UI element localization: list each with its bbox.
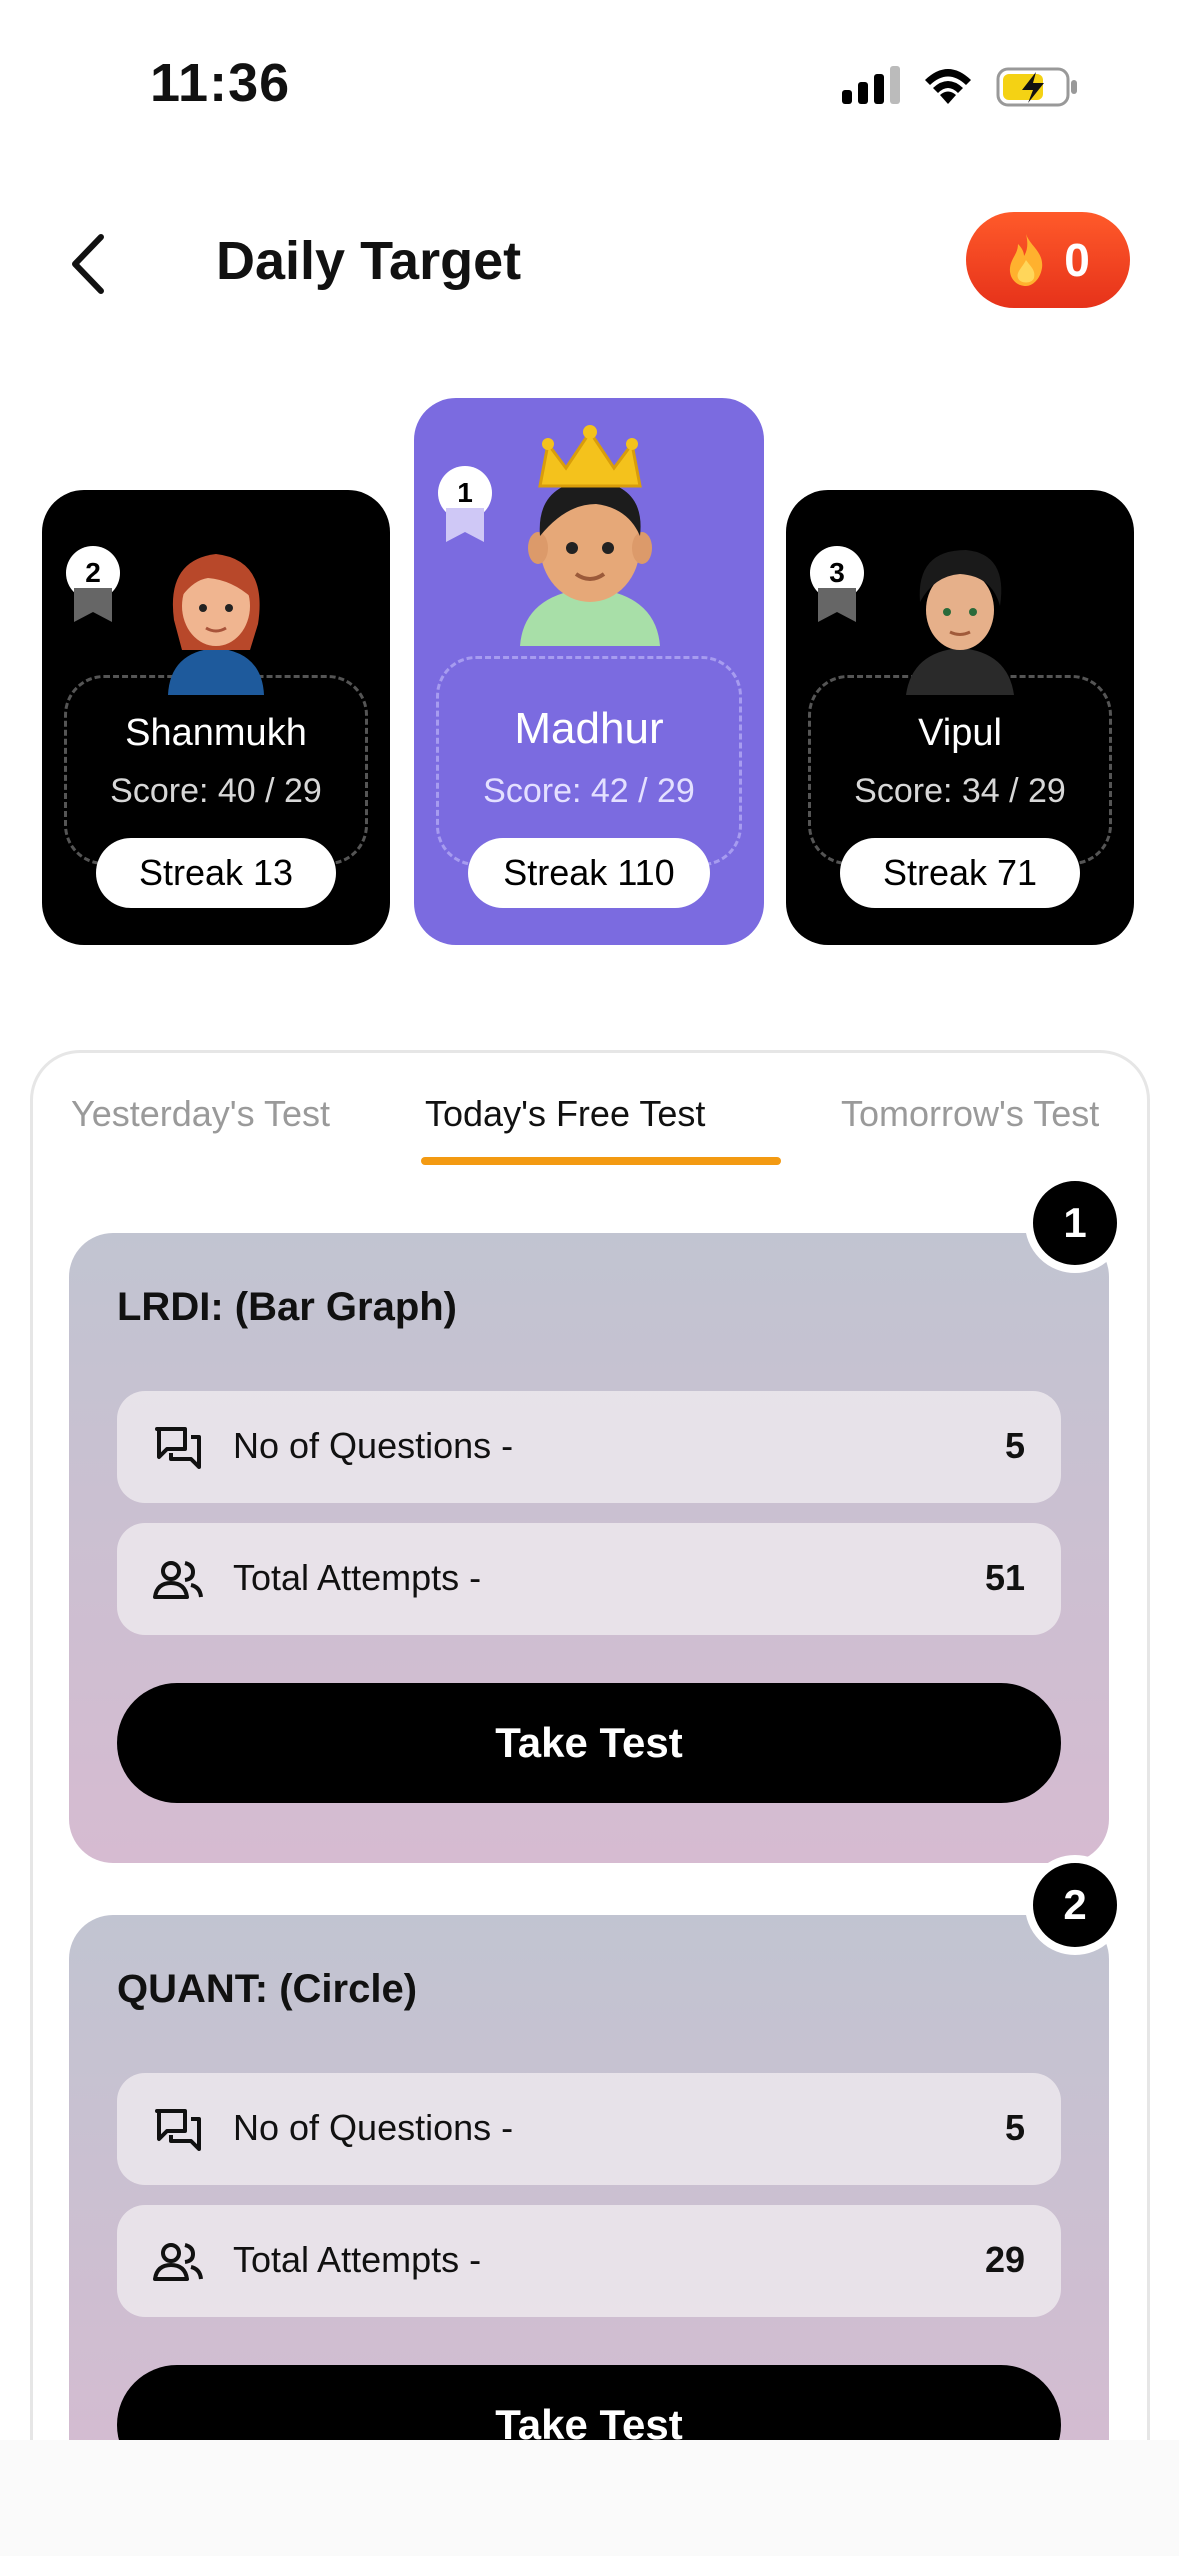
test-title: LRDI: (Bar Graph) <box>117 1285 457 1329</box>
people-icon <box>153 2243 203 2281</box>
avatar <box>168 554 264 695</box>
test-tabs: Yesterday's Test Today's Free Test Tomor… <box>33 1053 1147 1173</box>
back-button[interactable] <box>52 224 122 304</box>
cellular-signal-icon <box>842 66 900 104</box>
attempts-value: 51 <box>984 1557 1025 1598</box>
streak-chip: Streak 71 <box>840 838 1080 908</box>
fire-icon <box>1010 234 1043 286</box>
ribbon-icon <box>818 588 856 622</box>
test-title: QUANT: (Circle) <box>117 1967 418 2011</box>
bottom-safe-area <box>0 2440 1179 2556</box>
leaderboard-card-rank-2[interactable]: 2 Shanmukh Score: 40 / 29 Streak 13 <box>42 490 390 945</box>
header: Daily Target 0 <box>0 200 1179 330</box>
attempts-label: Total Attempts - <box>233 1557 482 1598</box>
test-number-badge: 1 <box>1025 1173 1125 1273</box>
ribbon-icon <box>74 588 112 622</box>
questions-label: No of Questions - <box>233 2107 514 2148</box>
take-test-button[interactable]: Take Test <box>117 1683 1061 1803</box>
active-tab-indicator <box>421 1157 781 1165</box>
streak-chip: Streak 110 <box>468 838 710 908</box>
questions-label: No of Questions - <box>233 1425 514 1466</box>
attempts-row: Total Attempts - 29 <box>117 2205 1061 2317</box>
people-icon <box>153 1561 203 1599</box>
leaderboard-card-rank-1[interactable]: 1 Madhur Score: 42 / 29 Streak 110 <box>414 398 764 945</box>
questions-value: 5 <box>1004 1425 1025 1466</box>
chat-bubbles-icon <box>155 1427 201 1469</box>
tab-todays-free-test[interactable]: Today's Free Test <box>425 1093 705 1135</box>
leader-name: Madhur <box>514 704 664 753</box>
tab-tomorrows-test[interactable]: Tomorrow's Test <box>841 1093 1099 1135</box>
questions-row: No of Questions - 5 <box>117 2073 1061 2185</box>
avatar <box>906 550 1014 695</box>
tab-yesterdays-test[interactable]: Yesterday's Test <box>71 1093 330 1135</box>
ribbon-icon <box>446 508 484 542</box>
status-bar: 11:36 <box>0 0 1179 170</box>
streak-chip: Streak 13 <box>96 838 336 908</box>
page-title: Daily Target <box>216 231 522 291</box>
battery-charging-icon <box>996 67 1077 107</box>
tests-panel: Yesterday's Test Today's Free Test Tomor… <box>30 1050 1150 2556</box>
leader-frame <box>64 675 368 865</box>
streak-count: 0 <box>1064 234 1090 286</box>
test-card: LRDI: (Bar Graph) No of Questions - 5 To… <box>69 1233 1109 1863</box>
test-card: QUANT: (Circle) No of Questions - 5 Tota… <box>69 1915 1109 2515</box>
questions-value: 5 <box>1004 2107 1025 2148</box>
wifi-icon <box>925 69 971 104</box>
questions-row: No of Questions - 5 <box>117 1391 1061 1503</box>
leaderboard-card-rank-3[interactable]: 3 Vipul Score: 34 / 29 Streak 71 <box>786 490 1134 945</box>
leader-frame <box>436 656 742 866</box>
leader-frame <box>808 675 1112 865</box>
streak-counter-button[interactable]: 0 <box>966 212 1130 308</box>
leader-score: Score: 42 / 29 <box>483 772 695 810</box>
test-number-badge: 2 <box>1025 1855 1125 1955</box>
leader-score: Score: 40 / 29 <box>110 772 322 810</box>
status-time: 11:36 <box>150 53 291 113</box>
attempts-row: Total Attempts - 51 <box>117 1523 1061 1635</box>
leader-name: Shanmukh <box>125 712 307 754</box>
avatar <box>520 425 660 646</box>
leader-name: Vipul <box>918 712 1002 754</box>
attempts-label: Total Attempts - <box>233 2239 482 2280</box>
attempts-value: 29 <box>984 2239 1025 2280</box>
chevron-left-icon <box>72 234 104 294</box>
chat-bubbles-icon <box>155 2109 201 2151</box>
leader-score: Score: 34 / 29 <box>854 772 1066 810</box>
